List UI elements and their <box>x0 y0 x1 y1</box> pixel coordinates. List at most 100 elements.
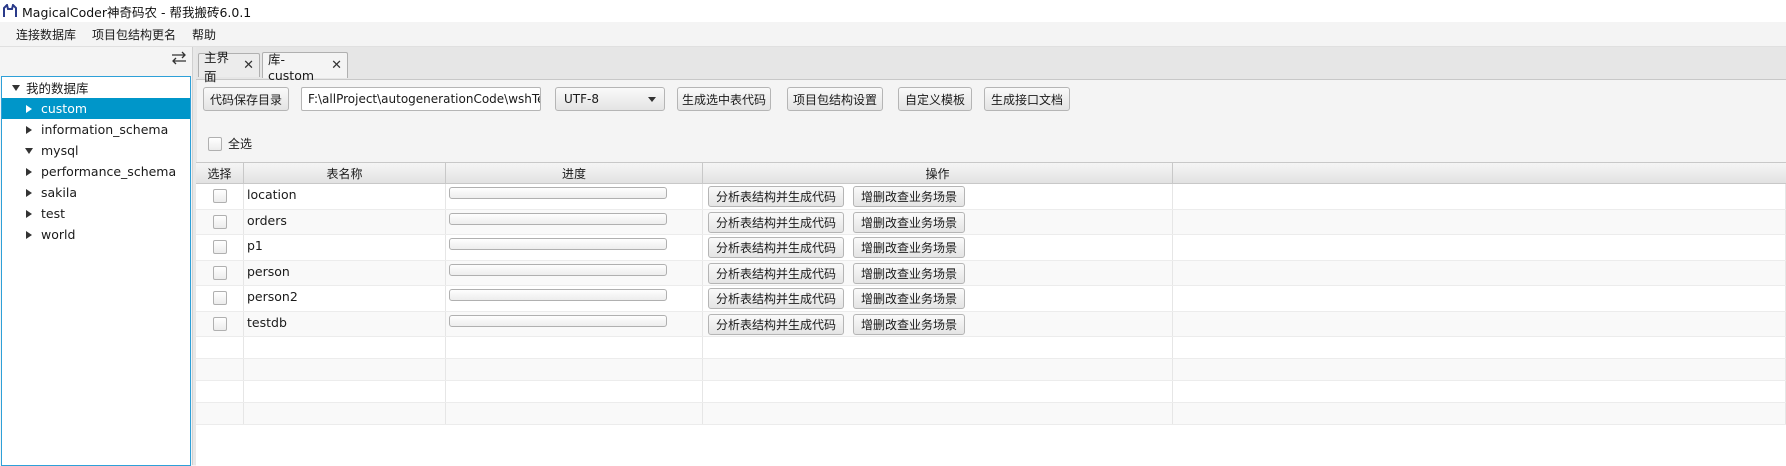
select-all-checkbox[interactable] <box>208 136 222 151</box>
table-row[interactable]: person 分析表结构并生成代码 增删改查业务场景 <box>196 260 1786 286</box>
column-header-progress[interactable]: 进度 <box>446 163 703 183</box>
table-row[interactable]: p1 分析表结构并生成代码 增删改查业务场景 <box>196 235 1786 261</box>
select-all-label: 全选 <box>228 137 253 151</box>
encoding-select[interactable]: UTF-8 <box>555 87 665 111</box>
save-dir-input[interactable]: F:\allProject\autogenerationCode\wshTe <box>301 87 541 111</box>
cell-actions: 分析表结构并生成代码 增删改查业务场景 <box>703 286 1173 311</box>
table-row[interactable]: location 分析表结构并生成代码 增删改查业务场景 <box>196 184 1786 210</box>
tree-item-custom[interactable]: custom <box>2 98 190 119</box>
expand-arrow-icon[interactable] <box>26 209 32 218</box>
menu-help[interactable]: 帮助 <box>184 26 224 43</box>
analyze-generate-button[interactable]: 分析表结构并生成代码 <box>708 237 844 258</box>
empty-row <box>196 403 1786 425</box>
cell-actions <box>703 403 1173 424</box>
progress-bar <box>449 187 667 199</box>
cell-select <box>196 359 244 380</box>
expand-arrow-icon[interactable] <box>26 188 32 197</box>
collapse-arrow-icon[interactable] <box>25 147 33 154</box>
tab-bar: 主界面 ✕ 库-custom ✕ <box>196 47 1786 84</box>
package-settings-button[interactable]: 项目包结构设置 <box>787 87 883 111</box>
table-header: 选择 表名称 进度 操作 <box>196 163 1786 184</box>
tree-item-performance-schema[interactable]: performance_schema <box>2 161 190 182</box>
cell-progress <box>446 337 703 358</box>
tab-main[interactable]: 主界面 ✕ <box>198 50 260 84</box>
cell-filler <box>1173 311 1786 336</box>
expand-arrow-icon[interactable] <box>26 125 32 134</box>
collapse-arrow-icon[interactable] <box>12 84 20 91</box>
close-icon[interactable]: ✕ <box>331 58 342 73</box>
tab-custom[interactable]: 库-custom ✕ <box>262 52 348 83</box>
table-row[interactable]: testdb 分析表结构并生成代码 增删改查业务场景 <box>196 311 1786 337</box>
crud-scenario-button[interactable]: 增删改查业务场景 <box>853 262 965 284</box>
tree-item-sakila[interactable]: sakila <box>2 182 190 203</box>
column-header-name[interactable]: 表名称 <box>244 163 446 183</box>
chevron-down-icon <box>648 96 656 102</box>
custom-template-button[interactable]: 自定义模板 <box>898 87 972 111</box>
menu-connect-db[interactable]: 连接数据库 <box>8 26 84 43</box>
progress-bar <box>449 212 667 225</box>
table-row[interactable]: orders 分析表结构并生成代码 增删改查业务场景 <box>196 209 1786 235</box>
table-name: orders <box>247 212 287 228</box>
save-dir-button[interactable]: 代码保存目录 <box>203 87 289 111</box>
tree-item-world[interactable]: world <box>2 224 190 245</box>
row-checkbox[interactable] <box>212 189 227 204</box>
progress-bar <box>449 314 667 327</box>
row-checkbox[interactable] <box>212 265 227 280</box>
row-checkbox[interactable] <box>212 240 227 255</box>
cell-actions <box>703 337 1173 358</box>
cell-filler <box>1173 286 1786 311</box>
tree-root[interactable]: 我的数据库 <box>2 77 190 98</box>
tree-item-label: performance_schema <box>41 164 177 179</box>
encoding-value: UTF-8 <box>564 92 599 106</box>
row-checkbox[interactable] <box>212 316 227 331</box>
tree-item-test[interactable]: test <box>2 203 190 224</box>
progress-bar <box>449 238 667 250</box>
table-row[interactable]: person2 分析表结构并生成代码 增删改查业务场景 <box>196 286 1786 312</box>
expand-arrow-icon[interactable] <box>26 230 32 239</box>
generate-selected-button[interactable]: 生成选中表代码 <box>677 87 771 111</box>
cell-actions: 分析表结构并生成代码 增删改查业务场景 <box>703 260 1173 285</box>
tree-item-mysql[interactable]: mysql <box>2 140 190 161</box>
cell-name: testdb <box>244 311 446 336</box>
analyze-generate-button[interactable]: 分析表结构并生成代码 <box>708 211 844 233</box>
progress-bar <box>449 263 667 276</box>
close-icon[interactable]: ✕ <box>243 58 254 73</box>
tree-item-information-schema[interactable]: information_schema <box>2 119 190 140</box>
crud-scenario-button[interactable]: 增删改查业务场景 <box>853 211 965 233</box>
analyze-generate-button[interactable]: 分析表结构并生成代码 <box>708 288 844 309</box>
row-checkbox[interactable] <box>212 291 227 306</box>
row-checkbox[interactable] <box>212 214 227 229</box>
column-header-actions[interactable]: 操作 <box>703 163 1173 183</box>
expand-arrow-icon[interactable] <box>26 104 32 113</box>
window-title: MagicalCoder神奇码农 - 帮我搬砖6.0.1 <box>22 4 252 20</box>
empty-row <box>196 359 1786 381</box>
swap-arrows-icon[interactable] <box>170 49 188 67</box>
crud-scenario-button[interactable]: 增删改查业务场景 <box>853 186 965 207</box>
crud-scenario-button[interactable]: 增删改查业务场景 <box>853 313 965 335</box>
crud-scenario-button[interactable]: 增删改查业务场景 <box>853 237 965 258</box>
select-all[interactable]: 全选 <box>208 135 252 152</box>
cell-progress <box>446 403 703 424</box>
tree-item-label: world <box>41 227 76 242</box>
expand-arrow-icon[interactable] <box>26 167 32 176</box>
cell-filler <box>1173 235 1786 260</box>
analyze-generate-button[interactable]: 分析表结构并生成代码 <box>708 313 844 335</box>
analyze-generate-button[interactable]: 分析表结构并生成代码 <box>708 186 844 207</box>
cell-progress <box>446 184 703 209</box>
menu-rename-package[interactable]: 项目包结构更名 <box>84 26 184 43</box>
cell-actions: 分析表结构并生成代码 增删改查业务场景 <box>703 184 1173 209</box>
column-header-select[interactable]: 选择 <box>196 163 244 183</box>
left-toolbar <box>0 47 192 76</box>
database-tree: 我的数据库 custom information_schema mysql pe… <box>1 76 191 466</box>
empty-row <box>196 381 1786 403</box>
analyze-generate-button[interactable]: 分析表结构并生成代码 <box>708 262 844 284</box>
table-name: person2 <box>247 289 298 304</box>
progress-bar <box>449 289 667 301</box>
title-bar: MagicalCoder神奇码农 - 帮我搬砖6.0.1 <box>0 0 1786 22</box>
cell-progress <box>446 359 703 380</box>
generate-api-doc-button[interactable]: 生成接口文档 <box>984 87 1070 111</box>
table-name: testdb <box>247 314 287 330</box>
tree-item-label: custom <box>41 101 88 116</box>
crud-scenario-button[interactable]: 增删改查业务场景 <box>853 288 965 309</box>
cell-filler <box>1173 337 1786 358</box>
